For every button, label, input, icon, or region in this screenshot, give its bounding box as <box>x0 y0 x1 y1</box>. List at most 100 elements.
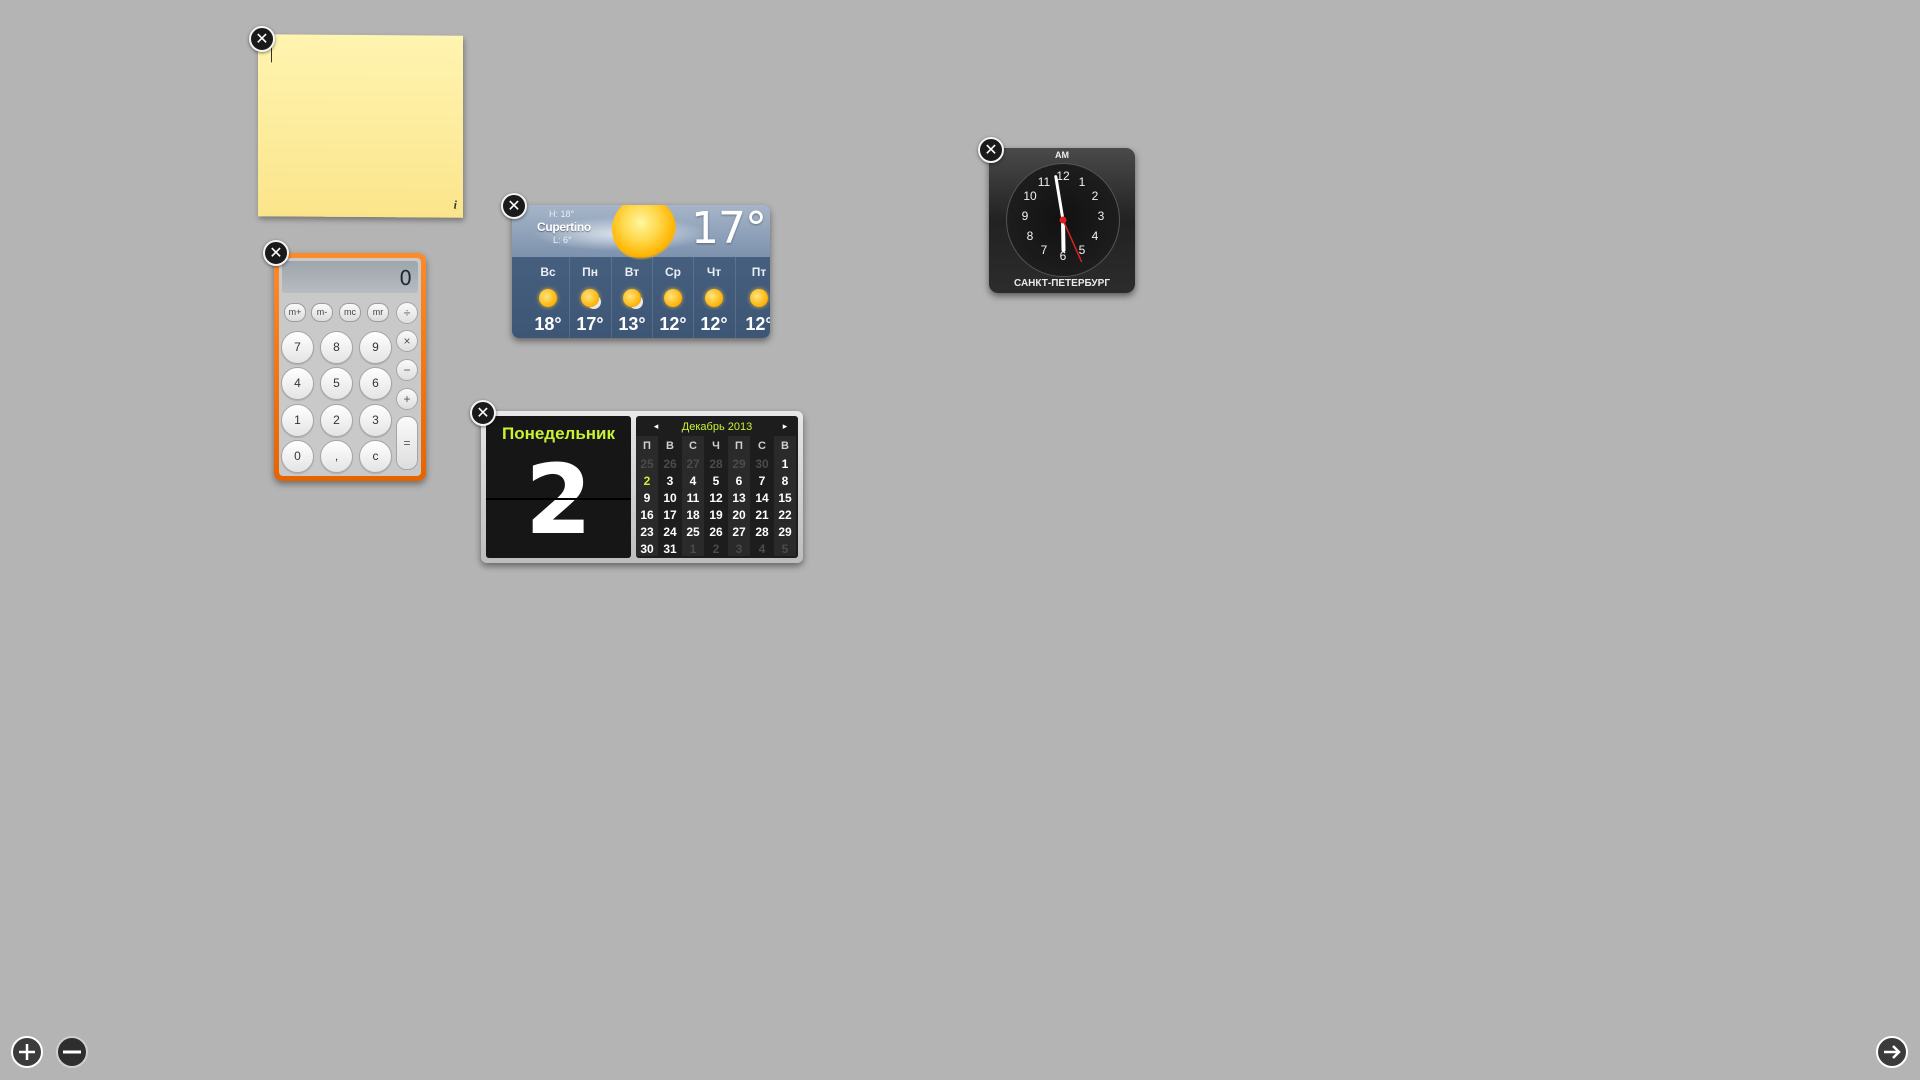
equals-key[interactable]: = <box>396 416 418 470</box>
calendar-day[interactable]: 15 <box>774 491 796 505</box>
forecast-row: Вс 18° Пн 17° Вт 13° Ср 12° Чт 12° Пт 12… <box>512 257 770 338</box>
multiply-key[interactable]: × <box>396 330 418 352</box>
digit-2-key[interactable]: 2 <box>320 404 353 437</box>
calendar-day-today[interactable]: 2 <box>636 474 658 488</box>
next-page-button[interactable] <box>1876 1036 1908 1068</box>
calendar-day[interactable]: 3 <box>659 474 681 488</box>
memory-add-key[interactable]: m+ <box>284 303 306 322</box>
calendar-widget[interactable]: Понедельник 2 ◂ Декабрь 2013 ▸ П В С Ч П С В 25… <box>481 411 803 563</box>
clear-key[interactable]: c <box>359 440 392 473</box>
forecast-temp: 12° <box>745 314 770 334</box>
minute-hand <box>1054 175 1065 222</box>
calendar-day[interactable]: 30 <box>636 542 658 556</box>
calendar-day[interactable]: 4 <box>751 542 773 556</box>
digit-6-key[interactable]: 6 <box>359 367 392 400</box>
calendar-day[interactable]: 27 <box>682 457 704 471</box>
digit-4-key[interactable]: 4 <box>281 367 314 400</box>
calendar-day[interactable]: 4 <box>682 474 704 488</box>
digit-1-key[interactable]: 1 <box>281 404 314 437</box>
remove-widget-button[interactable] <box>56 1036 88 1068</box>
low-temperature: L: 6° <box>553 235 572 245</box>
calendar-day[interactable]: 10 <box>659 491 681 505</box>
calculator-close-button[interactable]: ✕ <box>263 240 289 266</box>
calendar-day[interactable]: 1 <box>774 457 796 471</box>
calendar-day[interactable]: 13 <box>728 491 750 505</box>
weather-widget[interactable]: H: 18° Cupertino L: 6° 17° Вс 18° Пн 17°… <box>512 205 770 338</box>
calendar-day[interactable]: 21 <box>751 508 773 522</box>
calendar-day[interactable]: 24 <box>659 525 681 539</box>
calendar-day[interactable]: 2 <box>705 542 727 556</box>
calendar-day[interactable]: 7 <box>751 474 773 488</box>
calendar-day[interactable]: 14 <box>751 491 773 505</box>
forecast-day-label: Вс <box>540 265 556 279</box>
calendar-day[interactable]: 18 <box>682 508 704 522</box>
hour-hand <box>1061 218 1066 252</box>
calendar-day[interactable]: 16 <box>636 508 658 522</box>
world-clock-widget[interactable]: AM 12 1 2 3 4 5 6 7 8 9 10 11 САНКТ-ПЕТЕ… <box>989 148 1135 293</box>
calendar-day[interactable]: 23 <box>636 525 658 539</box>
decimal-comma-key[interactable]: , <box>320 440 353 473</box>
calendar-day[interactable]: 12 <box>705 491 727 505</box>
forecast-day-label: Пн <box>582 265 598 279</box>
calendar-day[interactable]: 19 <box>705 508 727 522</box>
digit-8-key[interactable]: 8 <box>320 331 353 364</box>
calendar-day[interactable]: 31 <box>659 542 681 556</box>
weekday-header: П <box>735 440 743 452</box>
digit-9-key[interactable]: 9 <box>359 331 392 364</box>
calendar-day[interactable]: 27 <box>728 525 750 539</box>
divide-key[interactable]: ÷ <box>396 302 418 324</box>
memory-subtract-key[interactable]: m- <box>311 303 333 322</box>
stickies-close-button[interactable]: ✕ <box>249 26 275 52</box>
digit-5-key[interactable]: 5 <box>320 367 353 400</box>
calendar-day[interactable]: 1 <box>682 542 704 556</box>
calendar-month-panel: ◂ Декабрь 2013 ▸ П В С Ч П С В 25 26 27 28 29 30 1 2 3 4… <box>636 416 798 558</box>
month-title: Декабрь 2013 <box>681 421 753 433</box>
calendar-day[interactable]: 28 <box>705 457 727 471</box>
memory-clear-key[interactable]: mc <box>339 303 361 322</box>
forecast-day-label: Ср <box>665 265 681 279</box>
stickies-info-button[interactable]: i <box>454 198 457 213</box>
sun-icon <box>539 289 557 307</box>
weekday-label: Понедельник <box>501 424 616 443</box>
calendar-day[interactable]: 9 <box>636 491 658 505</box>
forecast-day-label: Вт <box>624 265 640 279</box>
next-month-button[interactable]: ▸ <box>780 422 790 432</box>
calendar-day[interactable]: 8 <box>774 474 796 488</box>
calendar-day[interactable]: 28 <box>751 525 773 539</box>
digit-3-key[interactable]: 3 <box>359 404 392 437</box>
calendar-day[interactable]: 30 <box>751 457 773 471</box>
calendar-day[interactable]: 11 <box>682 491 704 505</box>
minus-key[interactable]: − <box>396 359 418 381</box>
sun-icon <box>664 289 682 307</box>
memory-recall-key[interactable]: mr <box>367 303 389 322</box>
stickies-widget[interactable]: i <box>258 34 463 218</box>
calendar-day[interactable]: 25 <box>636 457 658 471</box>
clock-hands <box>1054 175 1083 263</box>
calendar-day[interactable]: 5 <box>774 542 796 556</box>
calendar-today-panel: Понедельник 2 <box>486 416 631 558</box>
calendar-day[interactable]: 25 <box>682 525 704 539</box>
calendar-day[interactable]: 29 <box>774 525 796 539</box>
forecast-day: Вт 13° <box>612 257 652 338</box>
calendar-day[interactable]: 5 <box>705 474 727 488</box>
add-widget-button[interactable] <box>11 1036 43 1068</box>
calendar-day[interactable]: 26 <box>705 525 727 539</box>
calendar-close-button[interactable]: ✕ <box>470 400 496 426</box>
calendar-day[interactable]: 6 <box>728 474 750 488</box>
digit-7-key[interactable]: 7 <box>281 331 314 364</box>
clock-close-button[interactable]: ✕ <box>978 137 1004 163</box>
plus-key[interactable]: + <box>396 388 418 410</box>
sun-icon <box>750 289 768 307</box>
calendar-day[interactable]: 29 <box>728 457 750 471</box>
calendar-day[interactable]: 17 <box>659 508 681 522</box>
calendar-day[interactable]: 26 <box>659 457 681 471</box>
minus-icon <box>63 1050 81 1054</box>
forecast-day: Пн 17° <box>570 257 610 338</box>
forecast-temp: 18° <box>534 314 562 334</box>
weather-close-button[interactable]: ✕ <box>501 193 527 219</box>
digit-0-key[interactable]: 0 <box>281 440 314 473</box>
calendar-day[interactable]: 20 <box>728 508 750 522</box>
calendar-day[interactable]: 3 <box>728 542 750 556</box>
calendar-day[interactable]: 22 <box>774 508 796 522</box>
meridiem-label: AM <box>1055 150 1069 160</box>
